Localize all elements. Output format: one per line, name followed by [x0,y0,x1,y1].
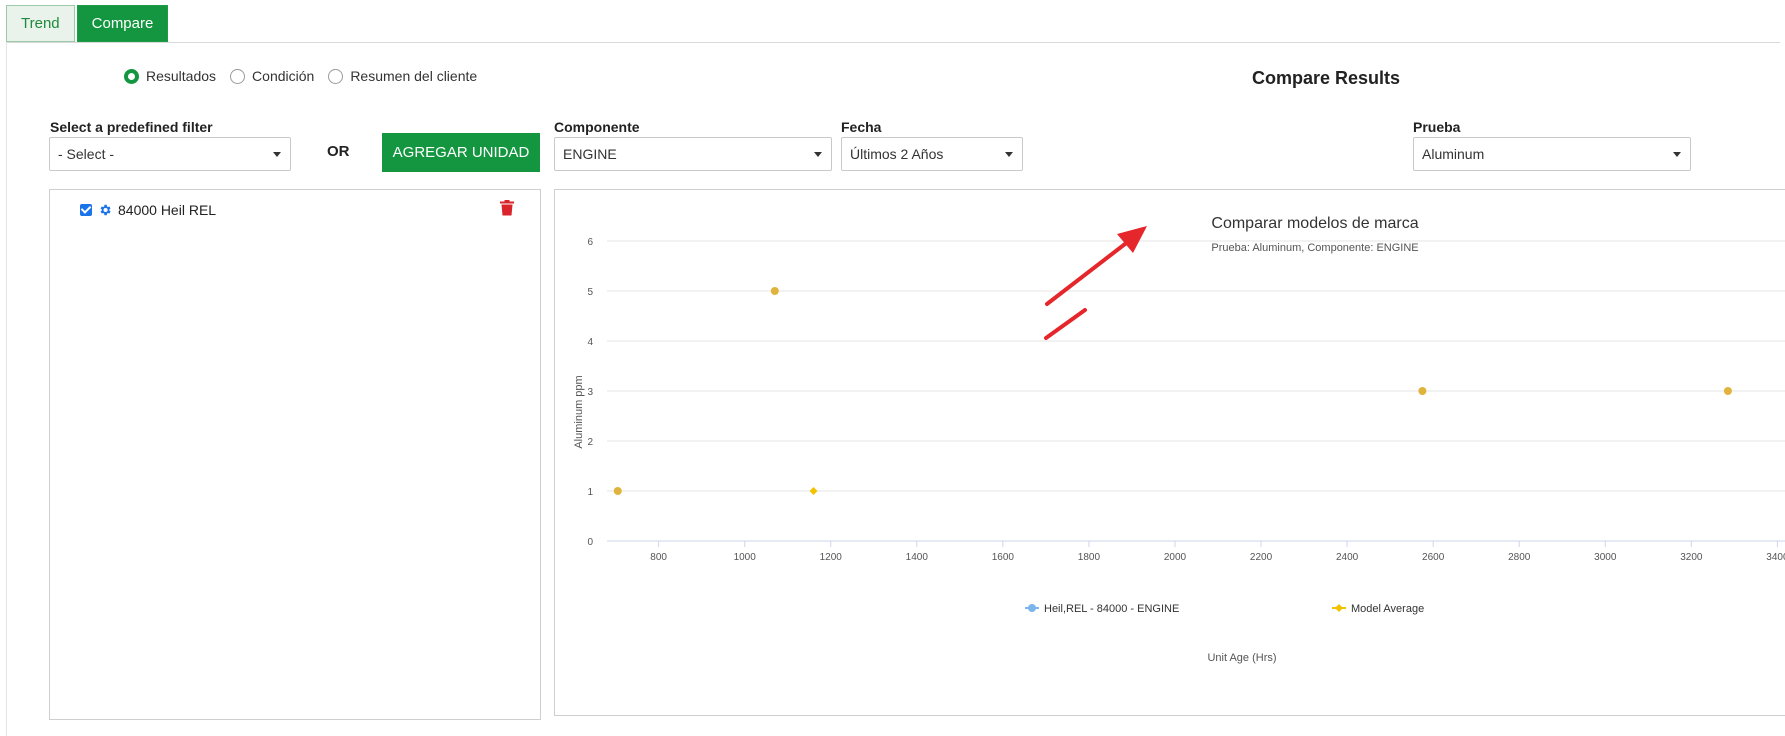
legend-item-unit[interactable]: Heil,REL - 84000 - ENGINE [1025,603,1179,615]
content-border [6,42,7,736]
chevron-down-icon [1005,152,1013,157]
legend-marker [1028,604,1036,612]
component-label: Componente [554,119,640,135]
y-tick-label: 6 [587,237,593,248]
tab-divider [6,42,1780,43]
chevron-down-icon [814,152,822,157]
test-value: Aluminum [1422,146,1485,162]
data-point[interactable] [770,287,779,295]
view-option-group: Resultados Condición Resumen del cliente [124,68,491,84]
y-axis: 0 1 2 3 4 5 6 [587,237,593,548]
chevron-down-icon [1673,152,1681,157]
y-tick-label: 4 [587,337,593,348]
tab-bar: Trend Compare [6,5,170,42]
units-panel: 84000 Heil REL [49,189,541,720]
legend-label: Heil,REL - 84000 - ENGINE [1044,603,1179,615]
radio-unselected-icon [328,68,344,84]
arrow-shaft [1045,242,1127,306]
radio-resumen-cliente[interactable]: Resumen del cliente [328,68,477,84]
y-tick-label: 0 [587,537,593,548]
gear-icon[interactable] [98,203,112,217]
x-tick-label: 1000 [734,552,757,563]
radio-label: Resumen del cliente [350,68,478,84]
x-tick-label: 2400 [1336,552,1359,563]
predefined-filter-label: Select a predefined filter [50,119,213,135]
trash-icon[interactable] [500,200,514,216]
date-select[interactable]: Últimos 2 Años [841,137,1023,171]
x-tick-label: 2800 [1508,552,1531,563]
radio-condicion[interactable]: Condición [230,68,314,84]
x-tick-label: 1800 [1078,552,1101,563]
component-select[interactable]: ENGINE [554,137,832,171]
radio-selected-icon [124,68,139,84]
y-tick-label: 2 [587,437,593,448]
x-tick-label: 800 [650,552,667,563]
legend-label: Model Average [1351,603,1424,615]
unit-name: 84000 Heil REL [118,202,217,218]
y-tick-label: 3 [587,387,593,398]
x-axis: 800 1000 1200 1400 1600 1800 2000 2200 2400 2600 2… [607,540,1785,563]
radio-label: Condición [252,68,315,84]
or-separator: OR [327,143,350,160]
test-select[interactable]: Aluminum [1413,137,1691,171]
x-tick-label: 1400 [906,552,929,563]
chart-panel: Comparar modelos de marca Prueba: Alumin… [554,189,1785,716]
legend-marker [1335,604,1343,612]
x-tick-label: 1200 [820,552,843,563]
chart-grid [607,240,1785,542]
tab-trend[interactable]: Trend [6,5,75,42]
predefined-filter-select[interactable]: - Select - [49,137,291,171]
radio-resultados[interactable]: Resultados [124,68,216,84]
predefined-filter-value: - Select - [58,146,115,162]
x-tick-label: 2200 [1250,552,1273,563]
radio-unselected-icon [230,68,246,84]
unit-checkbox[interactable] [80,204,92,216]
chart-title: Comparar modelos de marca [1211,215,1418,232]
component-value: ENGINE [563,146,617,162]
x-axis-label: Unit Age (Hrs) [1207,652,1276,664]
date-label: Fecha [841,119,882,135]
data-point[interactable] [613,487,622,495]
scatter-chart: Comparar modelos de marca Prueba: Alumin… [573,215,1785,664]
x-tick-label: 1600 [992,552,1015,563]
unit-item: 84000 Heil REL [80,200,520,220]
x-tick-label: 3000 [1594,552,1617,563]
x-tick-label: 2600 [1422,552,1445,563]
x-tick-label: 3400 [1766,552,1785,563]
red-arrow-icon [1045,226,1147,306]
y-tick-label: 1 [587,487,593,498]
average-point[interactable] [809,487,818,495]
test-label: Prueba [1413,119,1461,135]
tab-compare[interactable]: Compare [76,5,169,42]
date-value: Últimos 2 Años [850,146,944,162]
page-title: Compare Results [1252,68,1401,88]
x-tick-label: 2000 [1164,552,1187,563]
y-tick-label: 5 [587,287,593,298]
chart-subtitle: Prueba: Aluminum, Componente: ENGINE [1211,242,1418,254]
chevron-down-icon [273,152,281,157]
data-point[interactable] [1723,387,1732,395]
data-point[interactable] [1418,387,1427,395]
add-unit-button[interactable]: AGREGAR UNIDAD [382,133,540,172]
legend-item-average[interactable]: Model Average [1332,603,1424,615]
chart-legend: Heil,REL - 84000 - ENGINE Model Average [1025,603,1424,615]
x-tick-label: 3200 [1680,552,1703,563]
y-axis-label: Aluminum ppm [573,375,585,448]
radio-label: Resultados [146,68,217,84]
